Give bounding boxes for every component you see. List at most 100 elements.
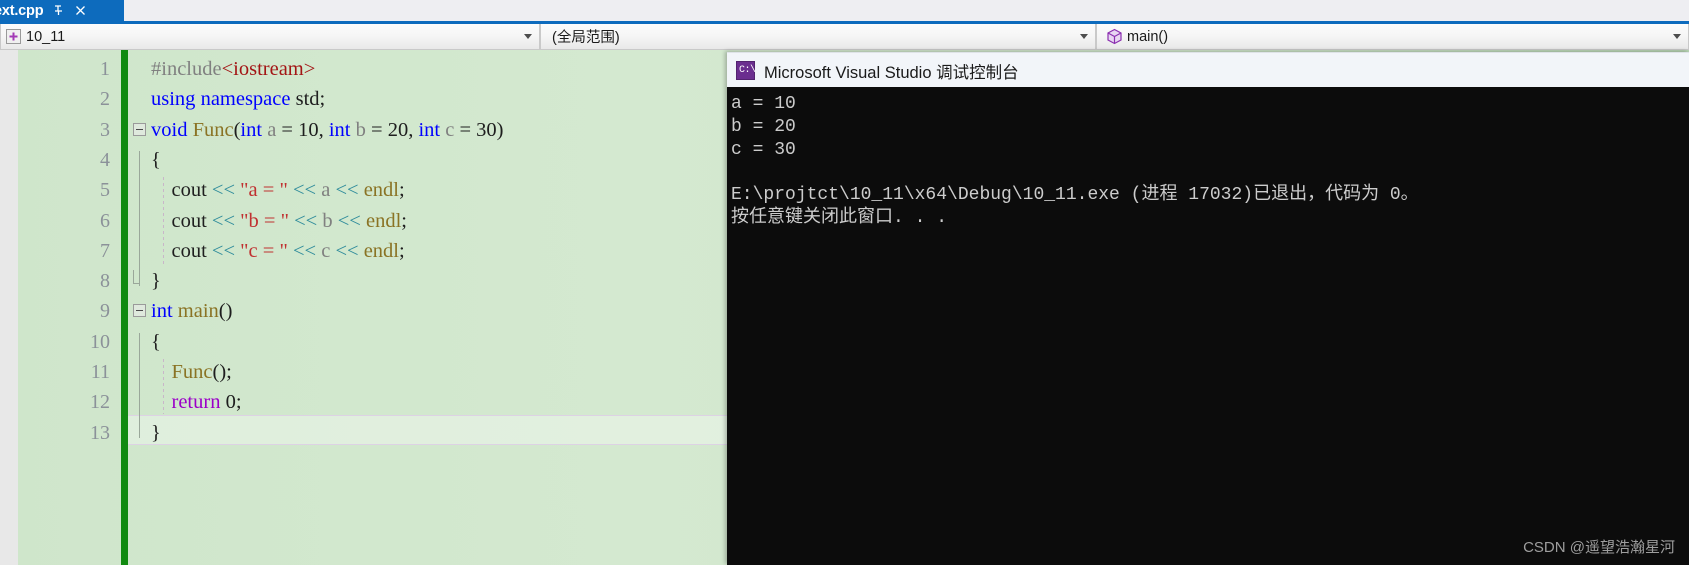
code-token: { [151,330,161,353]
tab-ext-cpp[interactable]: ext.cpp [0,0,124,21]
indent-guide [163,177,164,265]
code-token: << [335,239,359,262]
code-line[interactable]: cout << "c = " << c << endl; [151,236,405,266]
code-token: = 30) [454,118,504,141]
code-token: << [292,179,317,202]
editor-outer-margin [0,50,18,565]
pin-icon[interactable] [52,4,65,17]
method-cube-icon [1105,28,1123,46]
code-token: Func [171,361,213,383]
line-number: 5 [100,179,110,202]
code-token: namespace [200,88,291,111]
code-token: << [211,209,236,232]
add-project-icon [4,28,22,46]
indent-guide [139,332,140,438]
code-token: a [321,179,331,202]
line-number: 13 [90,421,110,444]
code-line[interactable]: } [151,266,161,296]
code-token: cout [151,209,212,232]
chevron-down-icon[interactable] [517,25,539,49]
console-title-bar[interactable]: C:\ Microsoft Visual Studio 调试控制台 [727,52,1689,88]
code-token: c [445,118,455,141]
code-token: using [151,88,196,111]
code-token: = 20, [365,118,419,141]
code-line[interactable]: void Func(int a = 10, int b = 20, int c … [151,115,503,145]
chevron-down-icon[interactable] [1073,25,1095,49]
console-output-area[interactable]: a = 10 b = 20 c = 30 E:\projtct\10_11\x64\… [727,87,1689,565]
code-token: endl [363,239,399,262]
code-token: endl [365,209,402,232]
code-token: cout [151,179,212,202]
code-token: cout [151,239,212,262]
code-line[interactable]: { [151,327,161,357]
line-number-gutter: 1 2 3 4 5 6 7 8 9 10 11 12 13 [18,50,118,565]
code-line[interactable]: using namespace std; [151,84,325,114]
code-token: ; [398,179,405,202]
tab-strip-empty-area [124,0,1689,21]
tab-label: ext.cpp [0,2,44,19]
chevron-down-icon[interactable] [1666,25,1688,49]
code-fold-toggle[interactable] [133,304,146,318]
console-output-line: E:\projtct\10_11\x64\Debug\10_11.exe (进程… [731,185,1419,206]
code-line[interactable]: return 0; [151,387,242,417]
code-line[interactable]: cout << "a = " << a << endl; [151,175,405,205]
indent-guide [163,359,164,414]
indent-guide [139,150,140,287]
close-icon[interactable] [74,4,87,17]
cmd-prompt-icon: C:\ [736,61,756,80]
code-token: { [151,148,161,171]
code-line[interactable]: int main() [151,296,232,326]
code-token: "c = " [240,239,288,262]
code-token: #include [151,58,222,80]
console-output-line: a = 10 [731,94,796,114]
code-line[interactable]: #include<iostream> [151,54,315,84]
console-output-line: c = 30 [731,139,796,160]
code-token: ; [398,239,405,262]
tab-strip: ext.cpp [0,0,1689,21]
code-token: main [177,300,219,323]
code-token: << [211,179,236,202]
code-line[interactable]: } [151,418,161,448]
csdn-watermark: CSDN @遥望浩瀚星河 [1523,539,1675,556]
line-number: 1 [100,58,110,80]
member-combo[interactable]: main() [1096,24,1689,50]
code-token: = 10, [276,118,329,141]
code-token: <iostream> [221,58,316,80]
code-token: int [328,118,351,141]
code-token: } [151,421,161,444]
code-token: b [355,118,366,141]
code-token: Func [192,118,234,141]
code-token: return [171,391,221,414]
code-token: (); [212,361,232,383]
code-token: 0; [220,391,242,414]
code-token: b [322,209,333,232]
line-number: 7 [100,239,110,262]
project-combo[interactable]: 10_11 [0,24,540,50]
code-fold-toggle[interactable] [133,122,146,136]
line-number: 8 [100,270,110,293]
code-token: << [211,239,236,262]
scope-combo[interactable]: (全局范围) [540,24,1096,50]
cmd-prompt-glyph: C:\ [739,65,756,76]
code-token: } [151,270,161,293]
code-token: "a = " [240,179,288,202]
code-token: std; [290,88,326,111]
console-title-label: Microsoft Visual Studio 调试控制台 [764,63,1019,82]
code-line[interactable]: cout << "b = " << b << endl; [151,206,407,236]
debug-console-window[interactable]: C:\ Microsoft Visual Studio 调试控制台 a = 10… [727,52,1689,565]
code-token: c [321,239,331,262]
code-token: int [418,118,441,141]
code-token: int [240,118,263,141]
code-token: << [335,179,359,202]
fold-region-end [133,270,140,285]
line-number: 9 [100,300,110,323]
line-number: 6 [100,209,110,232]
line-number: 12 [90,391,110,414]
code-line[interactable]: { [151,145,161,175]
code-token: a [267,118,277,141]
code-token: << [292,239,317,262]
line-number: 4 [100,148,110,171]
code-token: "b = " [240,209,289,232]
